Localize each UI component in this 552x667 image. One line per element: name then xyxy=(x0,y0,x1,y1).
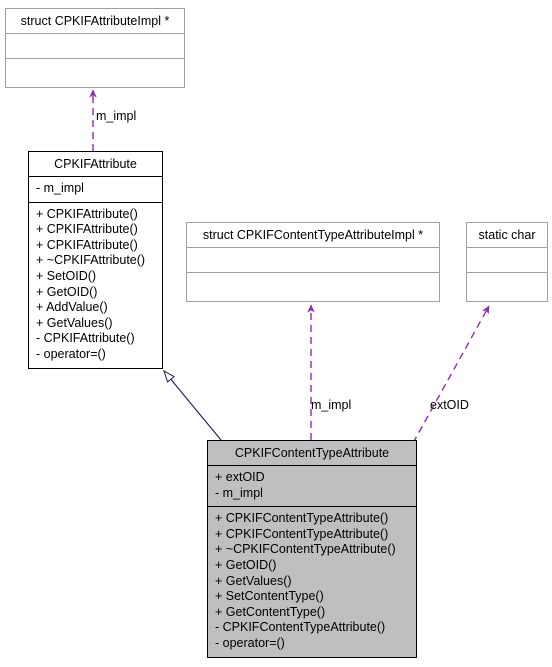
class-attributes-content-type-attribute-impl xyxy=(187,248,439,272)
edge-label-ext-oid: extOID xyxy=(430,398,469,412)
class-operations-content-type-attribute: + CPKIFContentTypeAttribute() + CPKIFCon… xyxy=(208,507,416,656)
class-node-attribute-impl[interactable]: struct CPKIFAttributeImpl * xyxy=(5,8,185,88)
class-title-content-type-attribute: CPKIFContentTypeAttribute xyxy=(234,446,390,460)
class-attribute-item: - m_impl xyxy=(36,181,84,195)
class-operation-item: + ~CPKIFAttribute() xyxy=(36,253,146,268)
class-operation-item: + GetOID() xyxy=(36,284,98,299)
class-operation-item: - operator=() xyxy=(215,635,285,650)
edge-label-m-impl-contenttype: m_impl xyxy=(311,398,352,412)
class-operation-item: + SetContentType() xyxy=(215,589,324,604)
class-operation-item: + GetValues() xyxy=(215,573,292,588)
class-node-attribute[interactable]: CPKIFAttribute - m_impl + CPKIFAttribute… xyxy=(28,151,163,369)
class-operation-item: + GetContentType() xyxy=(215,604,326,619)
class-attributes-content-type-attribute: + extOID - m_impl xyxy=(208,466,416,506)
class-title-attribute: CPKIFAttribute xyxy=(54,157,137,171)
class-operation-item: + CPKIFContentTypeAttribute() xyxy=(215,526,389,541)
class-operation-item: + GetValues() xyxy=(36,315,113,330)
edge-label-m-impl-attribute: m_impl xyxy=(96,109,137,123)
class-title-static-char: static char xyxy=(478,228,536,242)
edge-contenttype-to-static-char xyxy=(412,305,490,444)
class-operation-item: - CPKIFAttribute() xyxy=(36,331,135,346)
class-attribute-item: + extOID xyxy=(215,470,265,484)
class-title-attribute-impl: struct CPKIFAttributeImpl * xyxy=(20,14,170,28)
uml-class-diagram: m_impl m_impl extOID struct CPKIFAttribu… xyxy=(0,0,552,667)
class-operation-item: + CPKIFAttribute() xyxy=(36,237,138,252)
class-attributes-attribute-impl xyxy=(6,34,184,58)
class-operations-static-char xyxy=(467,273,547,301)
class-title-content-type-attribute-impl: struct CPKIFContentTypeAttributeImpl * xyxy=(202,228,424,242)
class-node-content-type-attribute-impl[interactable]: struct CPKIFContentTypeAttributeImpl * xyxy=(186,222,440,302)
class-operations-attribute-impl xyxy=(6,59,184,87)
class-node-static-char[interactable]: static char xyxy=(466,222,548,302)
class-operation-item: - CPKIFContentTypeAttribute() xyxy=(215,620,386,635)
class-operation-item: - operator=() xyxy=(36,346,106,361)
class-operation-item: + CPKIFContentTypeAttribute() xyxy=(215,511,389,526)
class-operation-item: + GetOID() xyxy=(215,557,277,572)
class-operation-item: + SetOID() xyxy=(36,268,97,283)
class-attributes-attribute: - m_impl xyxy=(29,177,162,202)
class-node-content-type-attribute[interactable]: CPKIFContentTypeAttribute + extOID - m_i… xyxy=(207,440,417,658)
class-operation-item: + CPKIFAttribute() xyxy=(36,222,138,237)
class-operations-attribute: + CPKIFAttribute() + CPKIFAttribute() + … xyxy=(29,203,162,368)
class-attribute-item: - m_impl xyxy=(215,485,263,500)
class-operation-item: + ~CPKIFContentTypeAttribute() xyxy=(215,542,396,557)
class-operation-item: + CPKIFAttribute() xyxy=(36,206,138,221)
class-operation-item: + AddValue() xyxy=(36,300,108,315)
class-attributes-static-char xyxy=(467,248,547,272)
class-operations-content-type-attribute-impl xyxy=(187,273,439,301)
edge-contenttype-inherits-attribute xyxy=(163,369,222,441)
